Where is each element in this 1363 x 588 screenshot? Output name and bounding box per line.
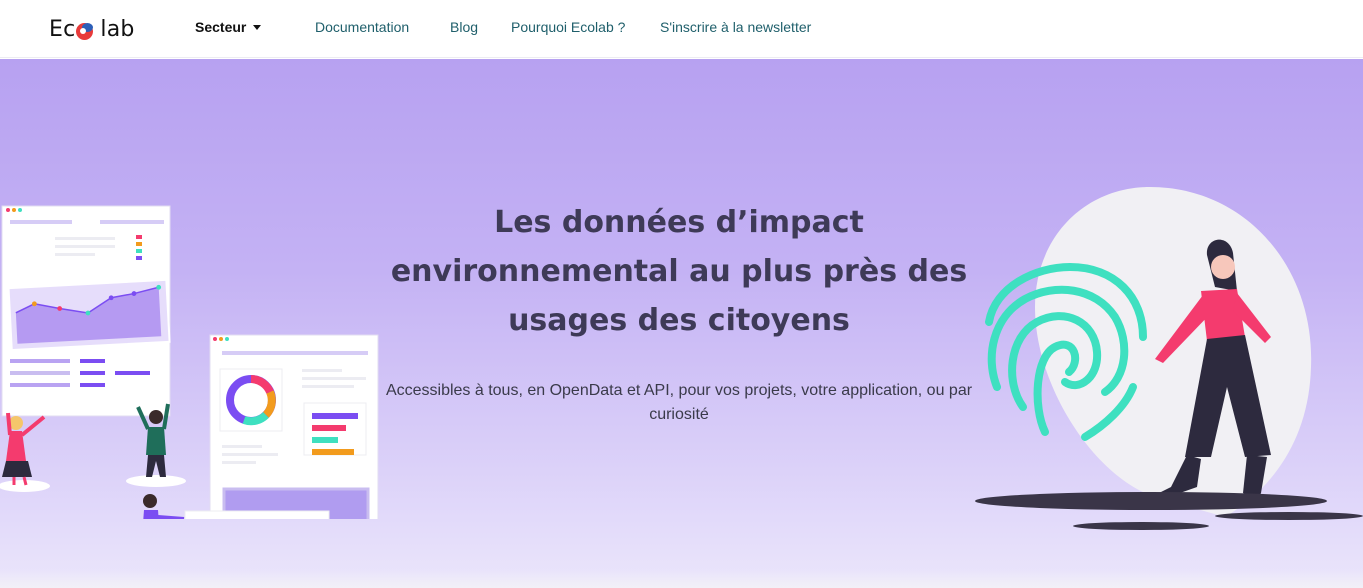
- dashboard-window-front: [209, 334, 379, 519]
- person-waving-illustration: [0, 412, 50, 492]
- person-pushing-cart-illustration: [143, 494, 185, 519]
- nav-link-why-ecolab[interactable]: Pourquoi Ecolab ?: [511, 19, 625, 35]
- caret-down-icon: [253, 24, 262, 30]
- bar-chart-cart: [184, 510, 330, 519]
- ground-shadow: [975, 492, 1327, 510]
- sector-dropdown-label: Secteur: [195, 19, 247, 35]
- logo-text-end: lab: [100, 16, 135, 42]
- ground-shadow-right: [1215, 512, 1363, 520]
- hero-subtitle: Accessibles à tous, en OpenData et API, …: [385, 382, 973, 423]
- globe-logo-icon: [76, 22, 94, 40]
- hero-bottom-fade: [0, 570, 1363, 588]
- hero-section: Les données d’impact environnemental au …: [0, 59, 1363, 588]
- ground-shadow-small: [1073, 522, 1209, 530]
- nav-link-documentation[interactable]: Documentation: [315, 19, 409, 35]
- logo-text-start: Ec: [49, 16, 76, 42]
- dashboard-team-illustration: [0, 205, 379, 519]
- fingerprint-woman-illustration: [975, 187, 1363, 530]
- ecolab-logo[interactable]: Ec lab: [49, 14, 135, 44]
- nav-link-blog[interactable]: Blog: [450, 19, 478, 35]
- hero-title: Les données d’impact environnemental au …: [390, 205, 968, 338]
- sector-dropdown[interactable]: Secteur: [195, 19, 262, 35]
- area-chart-card: [7, 278, 171, 352]
- navbar: Ec lab Secteur Documentation Blog Pourqu…: [0, 0, 1363, 58]
- nav-link-newsletter[interactable]: S'inscrire à la newsletter: [660, 19, 811, 35]
